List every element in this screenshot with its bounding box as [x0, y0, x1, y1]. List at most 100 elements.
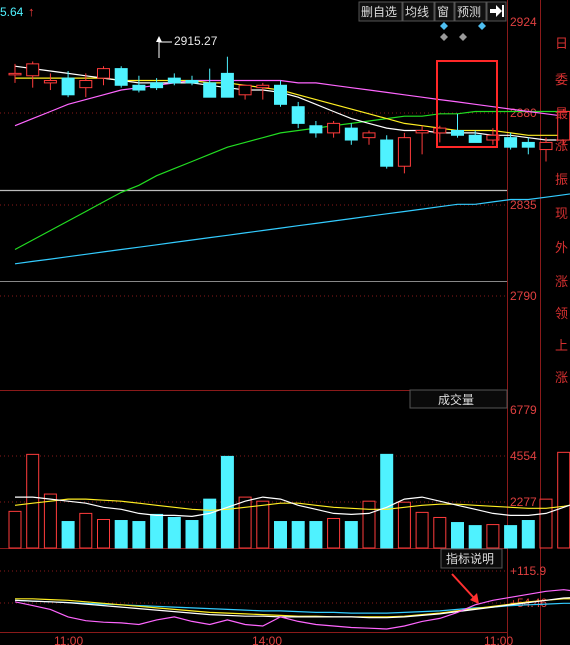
volume-bar	[433, 516, 447, 549]
forecast-marker-icon	[440, 22, 448, 30]
candle-body	[327, 122, 341, 134]
ma-cyan-line	[14, 193, 570, 265]
volume-bar	[415, 511, 429, 549]
forecast-markers	[440, 22, 486, 41]
side-glyph: 现	[555, 206, 568, 221]
candle-body	[451, 130, 464, 136]
side-glyph: 外	[555, 240, 568, 255]
volume-bar	[397, 501, 411, 549]
volume-bar	[220, 455, 234, 549]
volume-bar	[468, 525, 482, 549]
candle-body	[468, 134, 482, 143]
indicator-white-line	[14, 597, 570, 619]
window-button[interactable]: 窗	[437, 5, 449, 19]
high-value-label: 2915.27	[174, 34, 218, 48]
candle-body	[397, 137, 411, 167]
candle-body	[26, 63, 40, 77]
price-tick-label: 2924	[510, 15, 537, 29]
candle-body	[220, 72, 234, 98]
candle-body	[256, 84, 270, 89]
candle-body	[433, 127, 447, 134]
volume-bar	[203, 498, 217, 549]
candle-body	[97, 68, 110, 79]
volume-bar	[167, 516, 181, 549]
candle-body	[79, 80, 93, 89]
candlestick-series	[8, 56, 570, 174]
pointer-line	[451, 573, 475, 599]
volume-bar	[327, 517, 341, 549]
candle-body	[274, 84, 287, 105]
header-left-value: 5.64	[0, 5, 24, 19]
side-glyph: 涨	[555, 138, 568, 153]
toolbar: 删自选 均线 窗 预测	[358, 1, 507, 22]
side-info-column: 日 委 最 涨 振 现 外 涨 领 上 涨	[555, 36, 568, 385]
candle-body	[167, 77, 181, 84]
volume-bar	[451, 522, 464, 549]
volume-bar	[150, 513, 164, 549]
candle-body	[380, 139, 394, 167]
volume-bar	[557, 451, 570, 549]
candle-body	[61, 77, 75, 96]
volume-bar	[380, 453, 394, 549]
volume-gridlines	[0, 455, 507, 503]
moving-average-button[interactable]: 均线	[405, 5, 429, 19]
candle-body	[43, 80, 57, 84]
time-tick-label: 11:00	[54, 634, 83, 645]
volume-bar	[291, 521, 305, 549]
side-glyph: 振	[555, 172, 568, 187]
candle-body	[291, 106, 305, 124]
forecast-button[interactable]: 预测	[457, 5, 481, 19]
volume-bar	[539, 498, 553, 549]
price-tick-label: 2880	[510, 106, 537, 120]
volume-bar	[504, 525, 518, 549]
indicator-gridlines	[0, 570, 507, 604]
side-glyph: 涨	[555, 370, 568, 385]
candle-body	[132, 84, 146, 91]
time-tick-label: 14:00	[252, 634, 282, 645]
annotation-arrow-icon	[156, 36, 162, 42]
volume-bar	[61, 521, 75, 549]
candle-body	[309, 125, 323, 134]
volume-bar	[274, 521, 287, 549]
delete-watchlist-button[interactable]: 删自选	[361, 5, 397, 19]
volume-bar	[521, 520, 535, 549]
volume-bar	[185, 520, 199, 549]
candle-body	[521, 141, 535, 148]
price-axis: 2924 2880 2835 2790	[510, 15, 537, 303]
volume-ma-yellow-line	[14, 498, 570, 511]
forecast-marker-icon	[478, 22, 486, 30]
volume-bar	[114, 520, 128, 549]
forecast-marker-icon	[459, 33, 467, 41]
volume-bar	[79, 512, 93, 549]
header-up-arrow: ↑	[28, 4, 35, 19]
volume-moving-averages	[14, 496, 570, 518]
volume-bar	[486, 524, 500, 549]
price-moving-averages	[14, 65, 570, 265]
volume-bar	[26, 453, 40, 549]
forecast-marker-icon	[440, 33, 448, 41]
side-glyph: 日	[555, 36, 568, 51]
volume-bar	[256, 500, 270, 549]
volume-series	[8, 451, 570, 549]
volume-bar	[97, 519, 110, 549]
side-glyph: 领	[555, 306, 568, 321]
indicator-help-label: 指标说明	[446, 551, 494, 566]
volume-axis: 6779 4554 2277	[510, 403, 537, 509]
indicator-magenta-line	[14, 589, 570, 630]
side-glyph: 上	[555, 338, 568, 353]
stock-chart: 5.64 ↑ 删自选 均线 窗 预测 2924 2880 2835 2790 2…	[0, 0, 570, 645]
candle-body	[203, 82, 217, 98]
side-glyph: 最	[555, 106, 568, 121]
high-annotation: 2915.27	[156, 34, 218, 58]
indicator-pointer	[451, 573, 479, 604]
indicator-series	[14, 589, 570, 630]
time-tick-label: 11:00	[484, 634, 513, 645]
candle-body	[504, 137, 518, 148]
volume-bar	[132, 521, 146, 549]
volume-bar	[344, 521, 358, 549]
candle-body	[415, 130, 429, 134]
price-tick-label: 2790	[510, 289, 537, 303]
volume-bar	[8, 510, 22, 549]
candle-body	[539, 141, 553, 151]
candle-body	[238, 84, 252, 96]
